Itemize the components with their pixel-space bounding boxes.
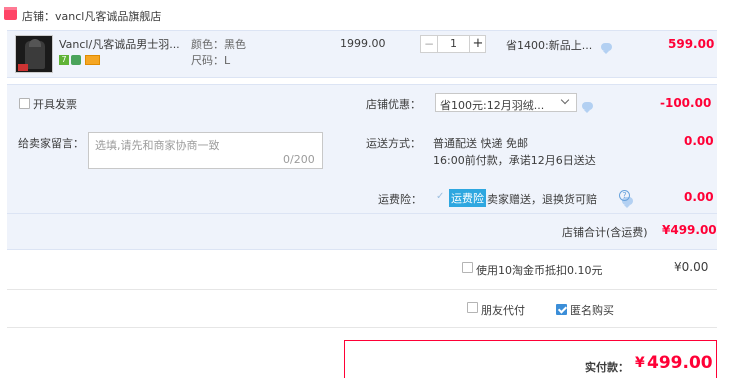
friend-pay-label[interactable]: 朋友代付	[481, 302, 525, 318]
shop-header: 店铺：vancl凡客诚品旗舰店	[0, 0, 750, 30]
insurance-desc: 卖家赠送，退换货可赔	[487, 193, 597, 206]
jacket-hood	[29, 39, 41, 47]
shop-discount-selected: 省100元:12月羽绒...	[440, 99, 545, 112]
guarantee-icon[interactable]	[71, 55, 81, 65]
pay-options-row: 朋友代付 匿名购买	[7, 290, 717, 328]
anonymous-label[interactable]: 匿名购买	[570, 302, 614, 318]
help-icon[interactable]: ?	[619, 190, 630, 201]
shipping-promise: 16:00前付款，承诺12月6日送达	[433, 154, 596, 167]
message-placeholder: 选填,请先和商家协商一致	[95, 139, 220, 152]
shipping-method: 普通配送 快递 免邮	[433, 137, 528, 150]
insurance-check-icon: ✓	[436, 191, 445, 202]
message-textarea[interactable]: 选填,请先和商家协商一致 0/200	[88, 132, 323, 169]
shop-total-divider	[7, 213, 717, 214]
invoice-label[interactable]: 开具发票	[33, 96, 77, 112]
friend-pay-checkbox[interactable]	[467, 302, 478, 313]
item-subtotal: 599.00	[668, 37, 715, 51]
quantity-minus-button[interactable]: −	[421, 36, 438, 52]
insurance-tag[interactable]: 运费险	[449, 189, 486, 207]
payment-amount: 499.00	[647, 353, 713, 373]
color-spec: 颜色：黑色	[191, 38, 246, 51]
quantity-stepper: − 1 +	[420, 35, 486, 53]
unit-price: 1999.00	[340, 37, 386, 50]
message-counter: 0/200	[283, 153, 315, 166]
payment-currency: ¥	[635, 355, 645, 371]
insurance-cost: 0.00	[684, 190, 714, 204]
chevron-down-icon	[560, 95, 570, 105]
anonymous-checkbox[interactable]	[556, 303, 567, 315]
payment-label: 实付款：	[585, 361, 629, 374]
shipping-label: 运送方式：	[366, 137, 421, 150]
promo-info-icon[interactable]	[601, 43, 612, 54]
discount-info-icon[interactable]	[582, 102, 593, 113]
payment-box: 实付款： ¥ 499.00	[344, 340, 717, 378]
message-label: 给卖家留言：	[18, 137, 84, 150]
seven-day-return-icon[interactable]: 7	[59, 55, 69, 65]
shop-discount-amount: -100.00	[660, 96, 712, 110]
coins-checkbox[interactable]	[462, 262, 473, 273]
store-icon-roof	[4, 7, 17, 10]
coins-row: 使用10淘金币抵扣0.10元 ¥0.00	[7, 250, 717, 290]
coins-amount: ¥0.00	[674, 260, 709, 274]
store-icon	[4, 9, 17, 20]
coins-label[interactable]: 使用10淘金币抵扣0.10元	[476, 262, 603, 278]
shop-discount-select[interactable]: 省100元:12月羽绒...	[435, 93, 577, 112]
product-thumbnail[interactable]	[15, 35, 53, 73]
shop-discount-label: 店铺优惠：	[366, 98, 421, 111]
quantity-plus-button[interactable]: +	[469, 36, 486, 52]
shop-total-amount: ¥499.00	[662, 223, 717, 237]
credit-card-icon[interactable]	[85, 55, 100, 65]
item-panel: Vancl/凡客诚品男士羽... 7 颜色：黑色 尺码：L 1999.00 − …	[7, 30, 717, 78]
thumbnail-tag	[18, 64, 28, 71]
shop-total-label: 店铺合计(含运费)	[562, 226, 648, 239]
insurance-label: 运费险：	[378, 193, 422, 206]
size-spec: 尺码：L	[191, 54, 231, 67]
item-title-link[interactable]: Vancl/凡客诚品男士羽...	[59, 36, 180, 52]
invoice-checkbox[interactable]	[19, 98, 30, 109]
promo-text[interactable]: 省1400:新品上...	[506, 37, 592, 53]
shipping-cost: 0.00	[684, 134, 714, 148]
order-options-panel: 开具发票 店铺优惠： 省100元:12月羽绒... -100.00 给卖家留言：…	[7, 84, 717, 250]
quantity-input[interactable]: 1	[438, 36, 469, 52]
shop-name-link[interactable]: 店铺：vancl凡客诚品旗舰店	[22, 8, 161, 24]
